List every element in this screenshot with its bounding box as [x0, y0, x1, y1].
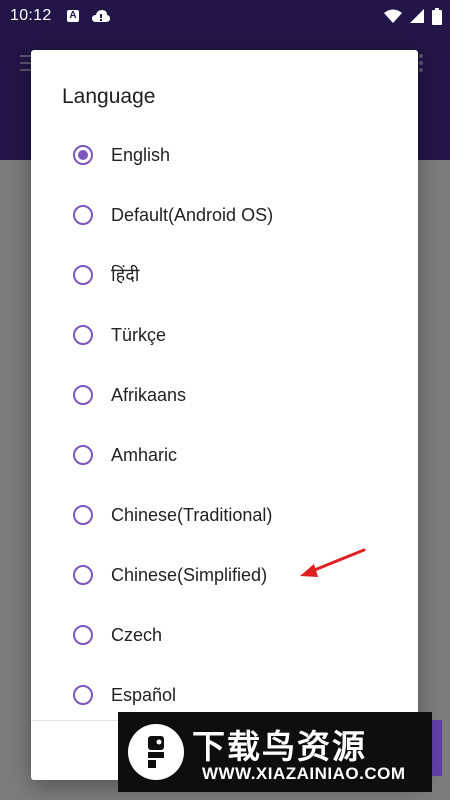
status-bar: 10:12 A [0, 0, 450, 32]
language-option-default-android-os[interactable]: Default(Android OS) [31, 185, 418, 245]
watermark-logo [128, 724, 184, 780]
status-time: 10:12 [10, 7, 52, 24]
radio-button-selected[interactable] [73, 145, 93, 165]
option-label: Español [111, 684, 177, 705]
language-dialog: Language English Default(Android OS) हिं… [31, 50, 418, 780]
annotation-arrow-icon [300, 548, 366, 577]
radio-button[interactable] [73, 265, 93, 285]
language-option-chinese-traditional[interactable]: Chinese(Traditional) [31, 485, 418, 545]
watermark-url: WWW.XIAZAINIAO.COM [202, 764, 406, 783]
dialog-title: Language [62, 85, 156, 108]
a-notification-icon: A [67, 10, 79, 22]
language-option-czech[interactable]: Czech [31, 605, 418, 665]
wifi-icon [384, 9, 402, 23]
radio-button[interactable] [73, 445, 93, 465]
option-label: Amharic [111, 444, 178, 465]
radio-button[interactable] [73, 565, 93, 585]
option-label: Czech [111, 624, 163, 645]
option-label: Chinese(Simplified) [111, 564, 268, 585]
radio-button[interactable] [73, 685, 93, 705]
more-options-icon [419, 54, 425, 74]
option-label: हिंदी [111, 265, 140, 285]
language-option-list[interactable]: English Default(Android OS) हिंदी Türkçe… [31, 125, 418, 720]
cloud-notification-icon [92, 10, 110, 22]
battery-icon [432, 7, 442, 25]
signal-icon [410, 9, 424, 23]
option-label: English [111, 144, 171, 165]
radio-button[interactable] [73, 625, 93, 645]
language-option-amharic[interactable]: Amharic [31, 425, 418, 485]
language-option-hindi[interactable]: हिंदी [31, 245, 418, 305]
option-label: Chinese(Traditional) [111, 504, 273, 525]
language-option-afrikaans[interactable]: Afrikaans [31, 365, 418, 425]
option-label: Afrikaans [111, 384, 187, 405]
watermark: 下载鸟资源 WWW.XIAZAINIAO.COM [118, 712, 432, 792]
radio-button[interactable] [73, 325, 93, 345]
option-label: Default(Android OS) [111, 204, 274, 225]
radio-button[interactable] [73, 205, 93, 225]
radio-button[interactable] [73, 505, 93, 525]
watermark-title: 下载鸟资源 [192, 727, 367, 766]
radio-button[interactable] [73, 385, 93, 405]
language-option-english[interactable]: English [31, 125, 418, 185]
language-option-turkish[interactable]: Türkçe [31, 305, 418, 365]
option-label: Türkçe [111, 324, 167, 345]
bird-logo-icon [148, 736, 164, 768]
